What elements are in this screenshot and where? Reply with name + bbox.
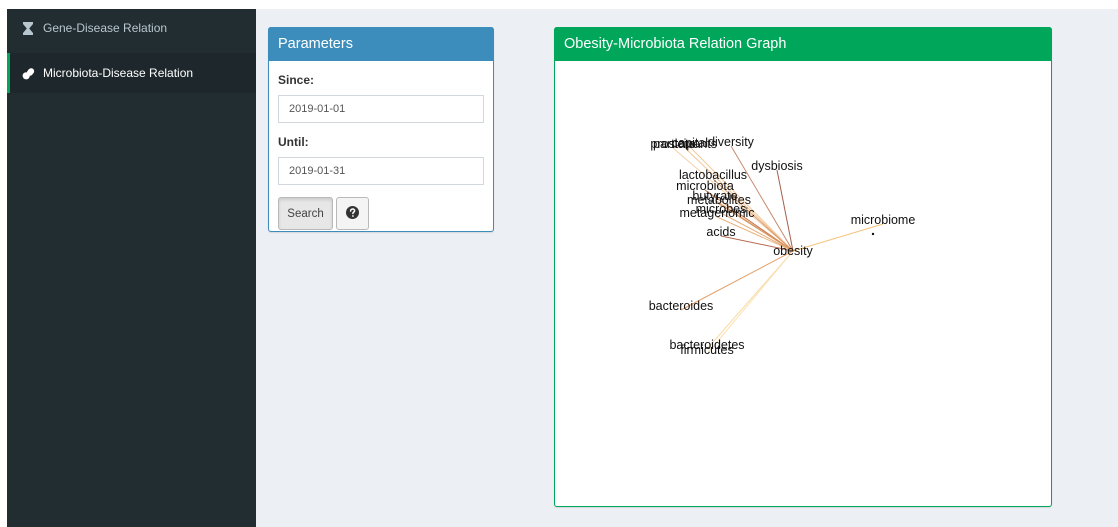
help-button[interactable] [336, 197, 369, 230]
sidebar-item-microbiota-disease[interactable]: Microbiota-Disease Relation [7, 53, 256, 93]
graph-node-label: bacteroides [649, 299, 714, 313]
parameters-box: Parameters Since: 2019-01-01 Until: 2019… [268, 27, 494, 232]
sidebar-item-label: Microbiota-Disease Relation [43, 66, 194, 80]
graph-node-label: participants [653, 137, 717, 151]
relation-graph: diversitycapitalprostateparticipantsdysb… [649, 135, 916, 357]
graph-node-dot [871, 232, 875, 236]
graph-node-label: firmicutes [680, 343, 733, 357]
main-content: Parameters Since: 2019-01-01 Until: 2019… [256, 9, 1118, 527]
since-date-input[interactable]: 2019-01-01 [278, 95, 484, 123]
search-button[interactable]: Search [278, 197, 333, 230]
sidebar-item-label: Gene-Disease Relation [43, 21, 168, 35]
pills-icon [21, 66, 35, 80]
graph-title: Obesity-Microbiota Relation Graph [554, 27, 1052, 61]
relation-graph-box: Obesity-Microbiota Relation Graph divers… [554, 27, 1052, 507]
since-label: Since: [278, 73, 315, 87]
graph-node-label: dysbiosis [751, 159, 802, 173]
graph-center-label: obesity [773, 244, 813, 258]
sidebar-item-gene-disease[interactable]: Gene-Disease Relation [7, 9, 256, 47]
graph-node-label: acids [706, 225, 735, 239]
until-date-input[interactable]: 2019-01-31 [278, 157, 484, 185]
until-label: Until: [278, 135, 309, 149]
hourglass-icon [21, 21, 35, 35]
sidebar: Gene-Disease Relation Microbiota-Disease… [7, 9, 256, 527]
graph-node-label: metagenomic [679, 206, 754, 220]
question-circle-icon [346, 205, 359, 222]
graph-node-label: microbiome [851, 213, 916, 227]
parameters-title: Parameters [268, 27, 494, 61]
